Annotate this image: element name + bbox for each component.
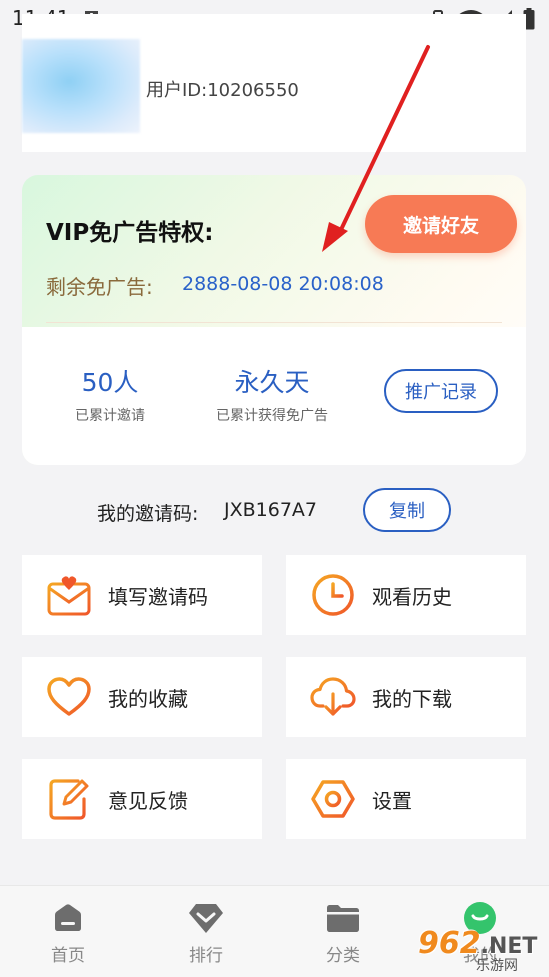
watermark-brand: 962 (418, 926, 481, 961)
nav-label: 首页 (51, 946, 85, 966)
folder-icon (326, 901, 360, 935)
nav-category[interactable]: 分类 (288, 886, 398, 977)
nav-label: 排行 (189, 946, 223, 966)
nav-ranking[interactable]: 排行 (151, 886, 261, 977)
watermark-962-net: 962.NET 乐游网 (418, 926, 537, 974)
red-arrow-annotation (322, 45, 430, 252)
nav-home[interactable]: 首页 (13, 886, 123, 977)
watermark-sub: 乐游网 (476, 958, 518, 974)
diamond-icon (188, 901, 224, 935)
nav-label: 分类 (326, 946, 360, 966)
home-icon (52, 901, 84, 935)
